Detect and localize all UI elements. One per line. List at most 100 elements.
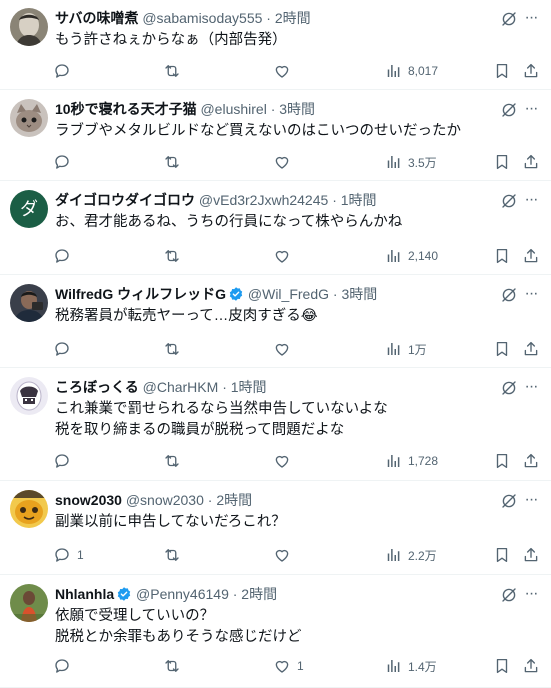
repost-button[interactable] bbox=[163, 656, 181, 676]
more-icon[interactable]: ··· bbox=[521, 8, 541, 28]
post-text-line: 脱税とか余罪もありそうな感じだけど bbox=[55, 629, 302, 645]
like-button[interactable] bbox=[273, 451, 291, 471]
repost-button[interactable] bbox=[163, 545, 181, 565]
reply-button[interactable] bbox=[53, 451, 71, 471]
grok-icon[interactable] bbox=[500, 286, 518, 304]
more-icon[interactable]: ··· bbox=[521, 190, 541, 210]
views-button[interactable]: 3.5万 bbox=[384, 152, 437, 172]
username-handle[interactable]: @elushirel bbox=[200, 101, 266, 117]
views-count: 8,017 bbox=[408, 64, 439, 78]
post-header: WilfredG ウィルフレッドG @Wil_FredG · 3時間 bbox=[55, 284, 481, 304]
avatar[interactable] bbox=[10, 99, 48, 137]
username-handle[interactable]: @snow2030 bbox=[126, 492, 204, 508]
repost-button[interactable] bbox=[163, 339, 181, 359]
avatar[interactable] bbox=[10, 284, 48, 322]
avatar[interactable] bbox=[10, 8, 48, 46]
reply-post[interactable]: ダダイゴロウダイゴロウ @vEd3r2Jxwh24245 · 1時間 ··· お、君… bbox=[0, 182, 551, 275]
more-icon[interactable]: ··· bbox=[521, 99, 541, 119]
post-text: 副業以前に申告してないだろこれ？ bbox=[55, 512, 531, 533]
avatar[interactable]: ダ bbox=[10, 190, 48, 228]
avatar[interactable] bbox=[10, 584, 48, 622]
post-timestamp[interactable]: · 3時間 bbox=[333, 286, 377, 302]
more-icon[interactable]: ··· bbox=[521, 284, 541, 304]
repost-button[interactable] bbox=[163, 152, 181, 172]
more-icon[interactable]: ··· bbox=[521, 584, 541, 604]
username-handle[interactable]: @sabamisoday555 bbox=[142, 10, 262, 26]
reply-button[interactable] bbox=[53, 61, 71, 81]
bookmark-button[interactable] bbox=[493, 545, 511, 565]
post-timestamp[interactable]: · 1時間 bbox=[222, 379, 266, 395]
like-button[interactable] bbox=[273, 61, 291, 81]
views-button[interactable]: 2,140 bbox=[384, 246, 438, 266]
reply-button[interactable] bbox=[53, 656, 71, 676]
share-icon bbox=[522, 62, 540, 80]
repost-button[interactable] bbox=[163, 451, 181, 471]
share-button[interactable] bbox=[522, 246, 540, 266]
grok-icon[interactable] bbox=[500, 101, 518, 119]
post-timestamp[interactable]: · 3時間 bbox=[271, 101, 315, 117]
display-name[interactable]: ころぼっくる bbox=[55, 379, 139, 395]
grok-icon[interactable] bbox=[500, 586, 518, 604]
reply-button[interactable]: 1 bbox=[53, 545, 84, 565]
views-button[interactable]: 1万 bbox=[384, 339, 427, 359]
username-handle[interactable]: @Wil_FredG bbox=[248, 286, 329, 302]
bookmark-button[interactable] bbox=[493, 61, 511, 81]
repost-button[interactable] bbox=[163, 61, 181, 81]
post-timestamp[interactable]: · 2時間 bbox=[266, 10, 310, 26]
share-button[interactable] bbox=[522, 61, 540, 81]
post-timestamp[interactable]: · 1時間 bbox=[332, 192, 376, 208]
post-timestamp[interactable]: · 2時間 bbox=[208, 492, 252, 508]
like-button[interactable] bbox=[273, 152, 291, 172]
display-name[interactable]: サバの味噌煮 bbox=[55, 10, 138, 26]
like-button[interactable] bbox=[273, 246, 291, 266]
avatar[interactable] bbox=[10, 490, 48, 528]
display-name[interactable]: WilfredG ウィルフレッドG bbox=[55, 286, 226, 302]
bookmark-button[interactable] bbox=[493, 451, 511, 471]
username-handle[interactable]: @CharHKM bbox=[143, 379, 219, 395]
display-name[interactable]: Nhlanhla bbox=[55, 586, 114, 602]
reply-post[interactable]: ころぼっくる @CharHKM · 1時間 ··· これ兼業で罰せられるなら当然申告… bbox=[0, 369, 551, 481]
share-button[interactable] bbox=[522, 152, 540, 172]
grok-icon[interactable] bbox=[500, 379, 518, 397]
like-button[interactable]: 1 bbox=[273, 656, 304, 676]
username-handle[interactable]: @vEd3r2Jxwh24245 bbox=[199, 192, 328, 208]
like-button[interactable] bbox=[273, 339, 291, 359]
reply-post[interactable]: snow2030 @snow2030 · 2時間 ··· 副業以前に申告してないだろ… bbox=[0, 482, 551, 575]
retweet-icon bbox=[163, 657, 181, 675]
reply-post[interactable]: サバの味噌煮 @sabamisoday555 · 2時間 ··· もう許さねぇからな… bbox=[0, 0, 551, 90]
share-button[interactable] bbox=[522, 545, 540, 565]
display-name[interactable]: 10秒で寝れる天才子猫 bbox=[55, 101, 197, 117]
views-button[interactable]: 8,017 bbox=[384, 61, 438, 81]
bookmark-button[interactable] bbox=[493, 656, 511, 676]
reply-post[interactable]: WilfredG ウィルフレッドG @Wil_FredG · 3時間 ··· 税務署… bbox=[0, 276, 551, 368]
grok-icon[interactable] bbox=[500, 192, 518, 210]
grok-icon[interactable] bbox=[500, 10, 518, 28]
reply-post[interactable]: Nhlanhla @Penny46149 · 2時間 ··· 依願で受理していいの？… bbox=[0, 576, 551, 688]
grok-icon[interactable] bbox=[500, 492, 518, 510]
share-button[interactable] bbox=[522, 339, 540, 359]
reply-button[interactable] bbox=[53, 152, 71, 172]
reply-post[interactable]: 10秒で寝れる天才子猫 @elushirel · 3時間 ··· ラブブやメタルビル… bbox=[0, 91, 551, 181]
repost-button[interactable] bbox=[163, 246, 181, 266]
bookmark-icon bbox=[493, 452, 511, 470]
bookmark-button[interactable] bbox=[493, 246, 511, 266]
display-name[interactable]: ダイゴロウダイゴロウ bbox=[55, 192, 195, 208]
reply-icon bbox=[53, 452, 71, 470]
username-handle[interactable]: @Penny46149 bbox=[136, 586, 229, 602]
share-button[interactable] bbox=[522, 656, 540, 676]
views-button[interactable]: 2.2万 bbox=[384, 545, 437, 565]
views-button[interactable]: 1.4万 bbox=[384, 656, 437, 676]
more-icon[interactable]: ··· bbox=[521, 377, 541, 397]
avatar[interactable] bbox=[10, 377, 48, 415]
views-button[interactable]: 1,728 bbox=[384, 451, 438, 471]
reply-button[interactable] bbox=[53, 339, 71, 359]
post-timestamp[interactable]: · 2時間 bbox=[233, 586, 277, 602]
share-button[interactable] bbox=[522, 451, 540, 471]
bookmark-button[interactable] bbox=[493, 339, 511, 359]
display-name[interactable]: snow2030 bbox=[55, 492, 122, 508]
like-button[interactable] bbox=[273, 545, 291, 565]
more-icon[interactable]: ··· bbox=[521, 490, 541, 510]
reply-button[interactable] bbox=[53, 246, 71, 266]
share-icon bbox=[522, 657, 540, 675]
bookmark-button[interactable] bbox=[493, 152, 511, 172]
